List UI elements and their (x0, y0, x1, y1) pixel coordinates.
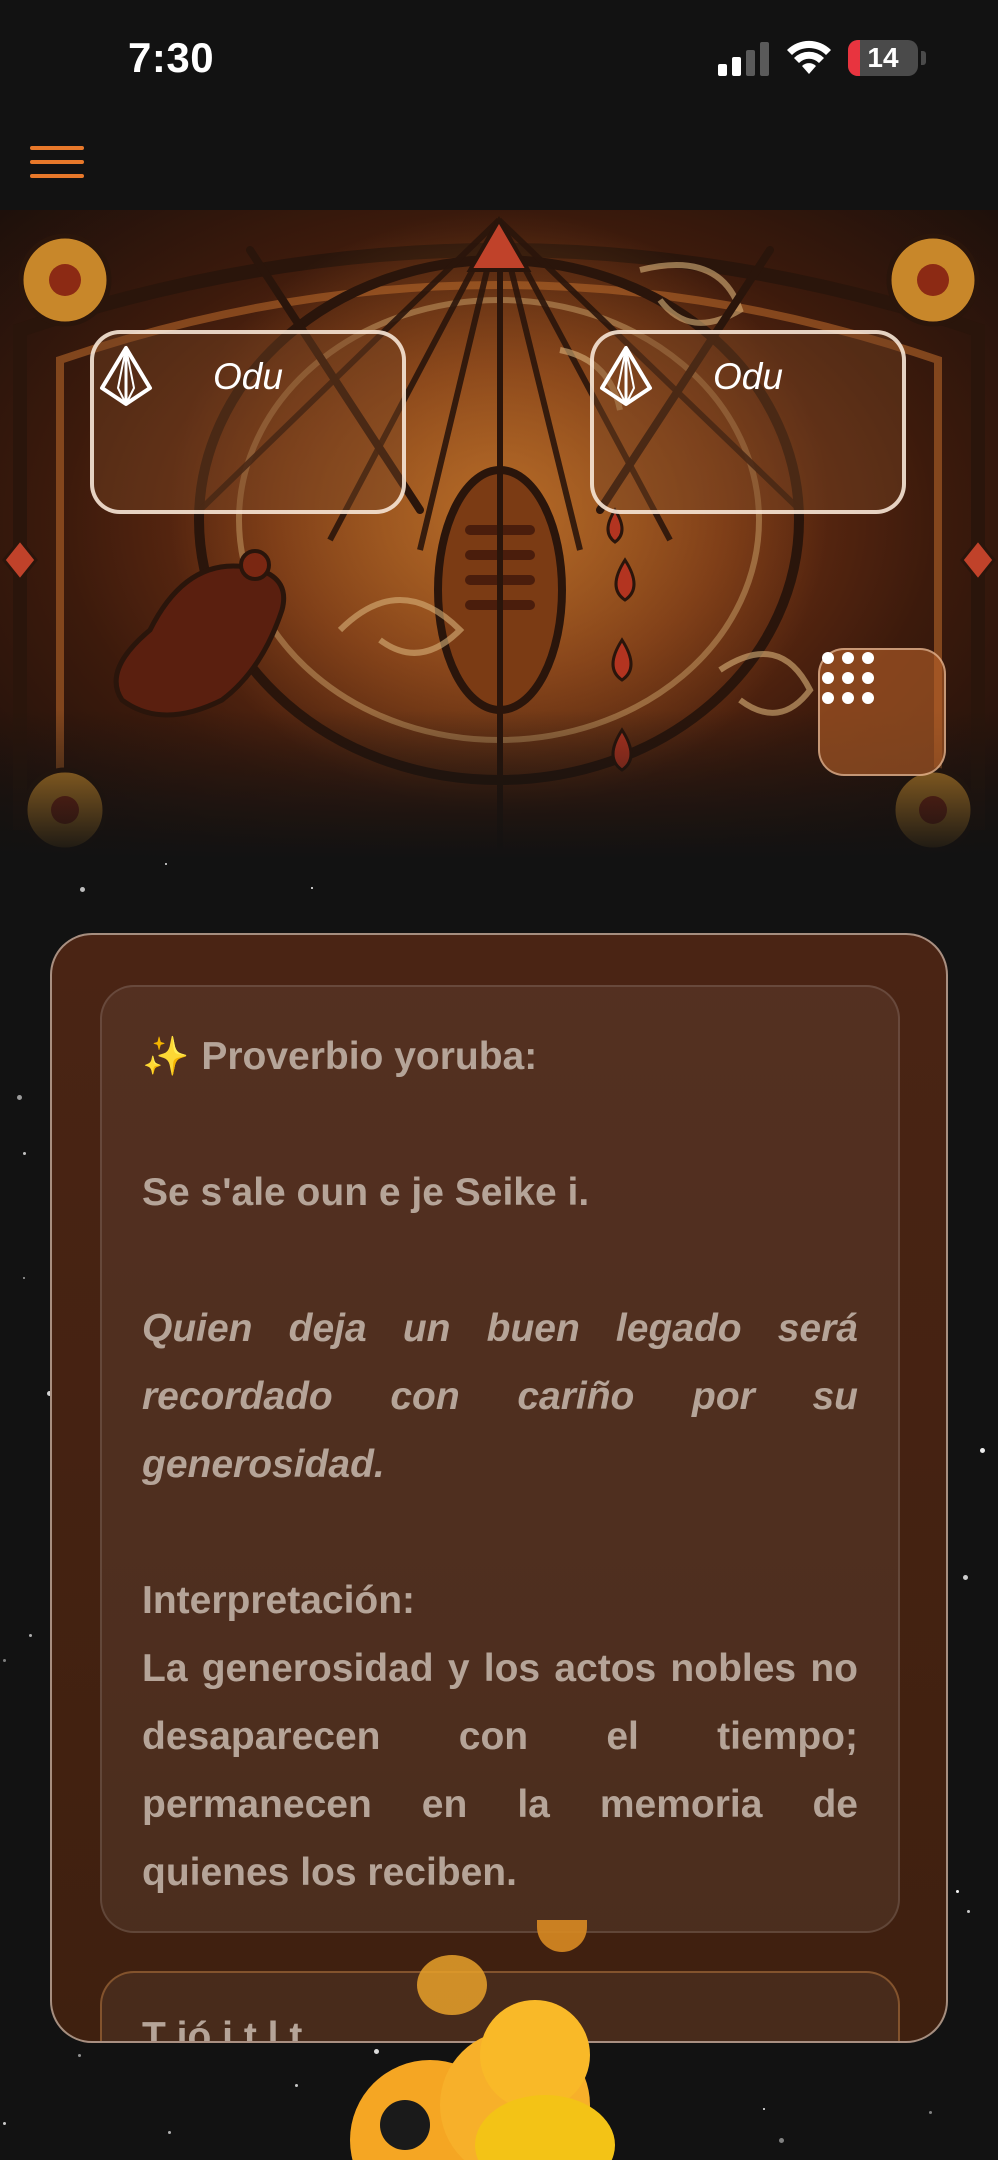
sparkle-icon: ✨ (142, 1036, 190, 1078)
hamburger-menu-icon[interactable] (30, 142, 86, 182)
app-screen: 7:30 14 Odu Odu ✨ Proverbio yoruba: Se s… (0, 0, 998, 2160)
star (165, 863, 167, 865)
star (967, 1910, 970, 1913)
proverb-translation: Quien deja un buen legado será recordado… (142, 1307, 858, 1486)
wifi-icon (787, 40, 831, 74)
proverb-heading: ✨ Proverbio yoruba: (142, 1023, 858, 1091)
proverb-heading-text: Proverbio yoruba: (201, 1035, 538, 1078)
odu-label: Odu (713, 356, 783, 397)
battery-level: 14 (867, 42, 899, 73)
odu-card-right[interactable]: Odu (590, 330, 906, 514)
star (168, 2131, 171, 2134)
crystal-gem-icon (600, 346, 652, 406)
decorative-blob (417, 1955, 487, 2015)
interpretation-text: La generosidad y los actos nobles no des… (142, 1647, 858, 1894)
star (374, 2049, 379, 2054)
status-time: 7:30 (128, 34, 215, 81)
star (29, 1634, 32, 1637)
mascot-eye (380, 2100, 430, 2150)
battery-indicator: 14 (848, 40, 918, 76)
star (23, 1277, 25, 1279)
status-bar: 7:30 14 (0, 0, 998, 120)
interpretation-label: Interpretación: (142, 1579, 416, 1622)
cellular-signal-icon (718, 42, 769, 76)
battery-tip (921, 51, 926, 65)
odu-card-left[interactable]: Odu (90, 330, 406, 514)
dots-grid-button[interactable] (818, 648, 946, 776)
star (78, 2054, 81, 2057)
mascot-blob (480, 2000, 590, 2110)
odu-label: Odu (213, 356, 283, 397)
star (963, 1575, 968, 1580)
proverb-panel: ✨ Proverbio yoruba: Se s'ale oun e je Se… (50, 933, 948, 2043)
star (763, 2108, 765, 2110)
star (929, 2111, 932, 2114)
next-card-text: T ió i t l t (142, 2015, 303, 2043)
star (23, 1152, 26, 1155)
dots-grid-icon (822, 652, 874, 704)
decorative-blob (537, 1920, 587, 1952)
proverb-yoruba-text: Se s'ale oun e je Seike i. (142, 1171, 590, 1214)
star (956, 1890, 959, 1893)
star (980, 1448, 985, 1453)
crystal-gem-icon (100, 346, 152, 406)
proverb-card: ✨ Proverbio yoruba: Se s'ale oun e je Se… (100, 985, 900, 1933)
star (311, 887, 313, 889)
star (3, 2122, 6, 2125)
star (779, 2138, 784, 2143)
star (17, 1095, 22, 1100)
star (295, 2084, 298, 2087)
star (3, 1659, 6, 1662)
star (80, 887, 85, 892)
hero-stained-glass-image: Odu Odu (0, 210, 998, 860)
